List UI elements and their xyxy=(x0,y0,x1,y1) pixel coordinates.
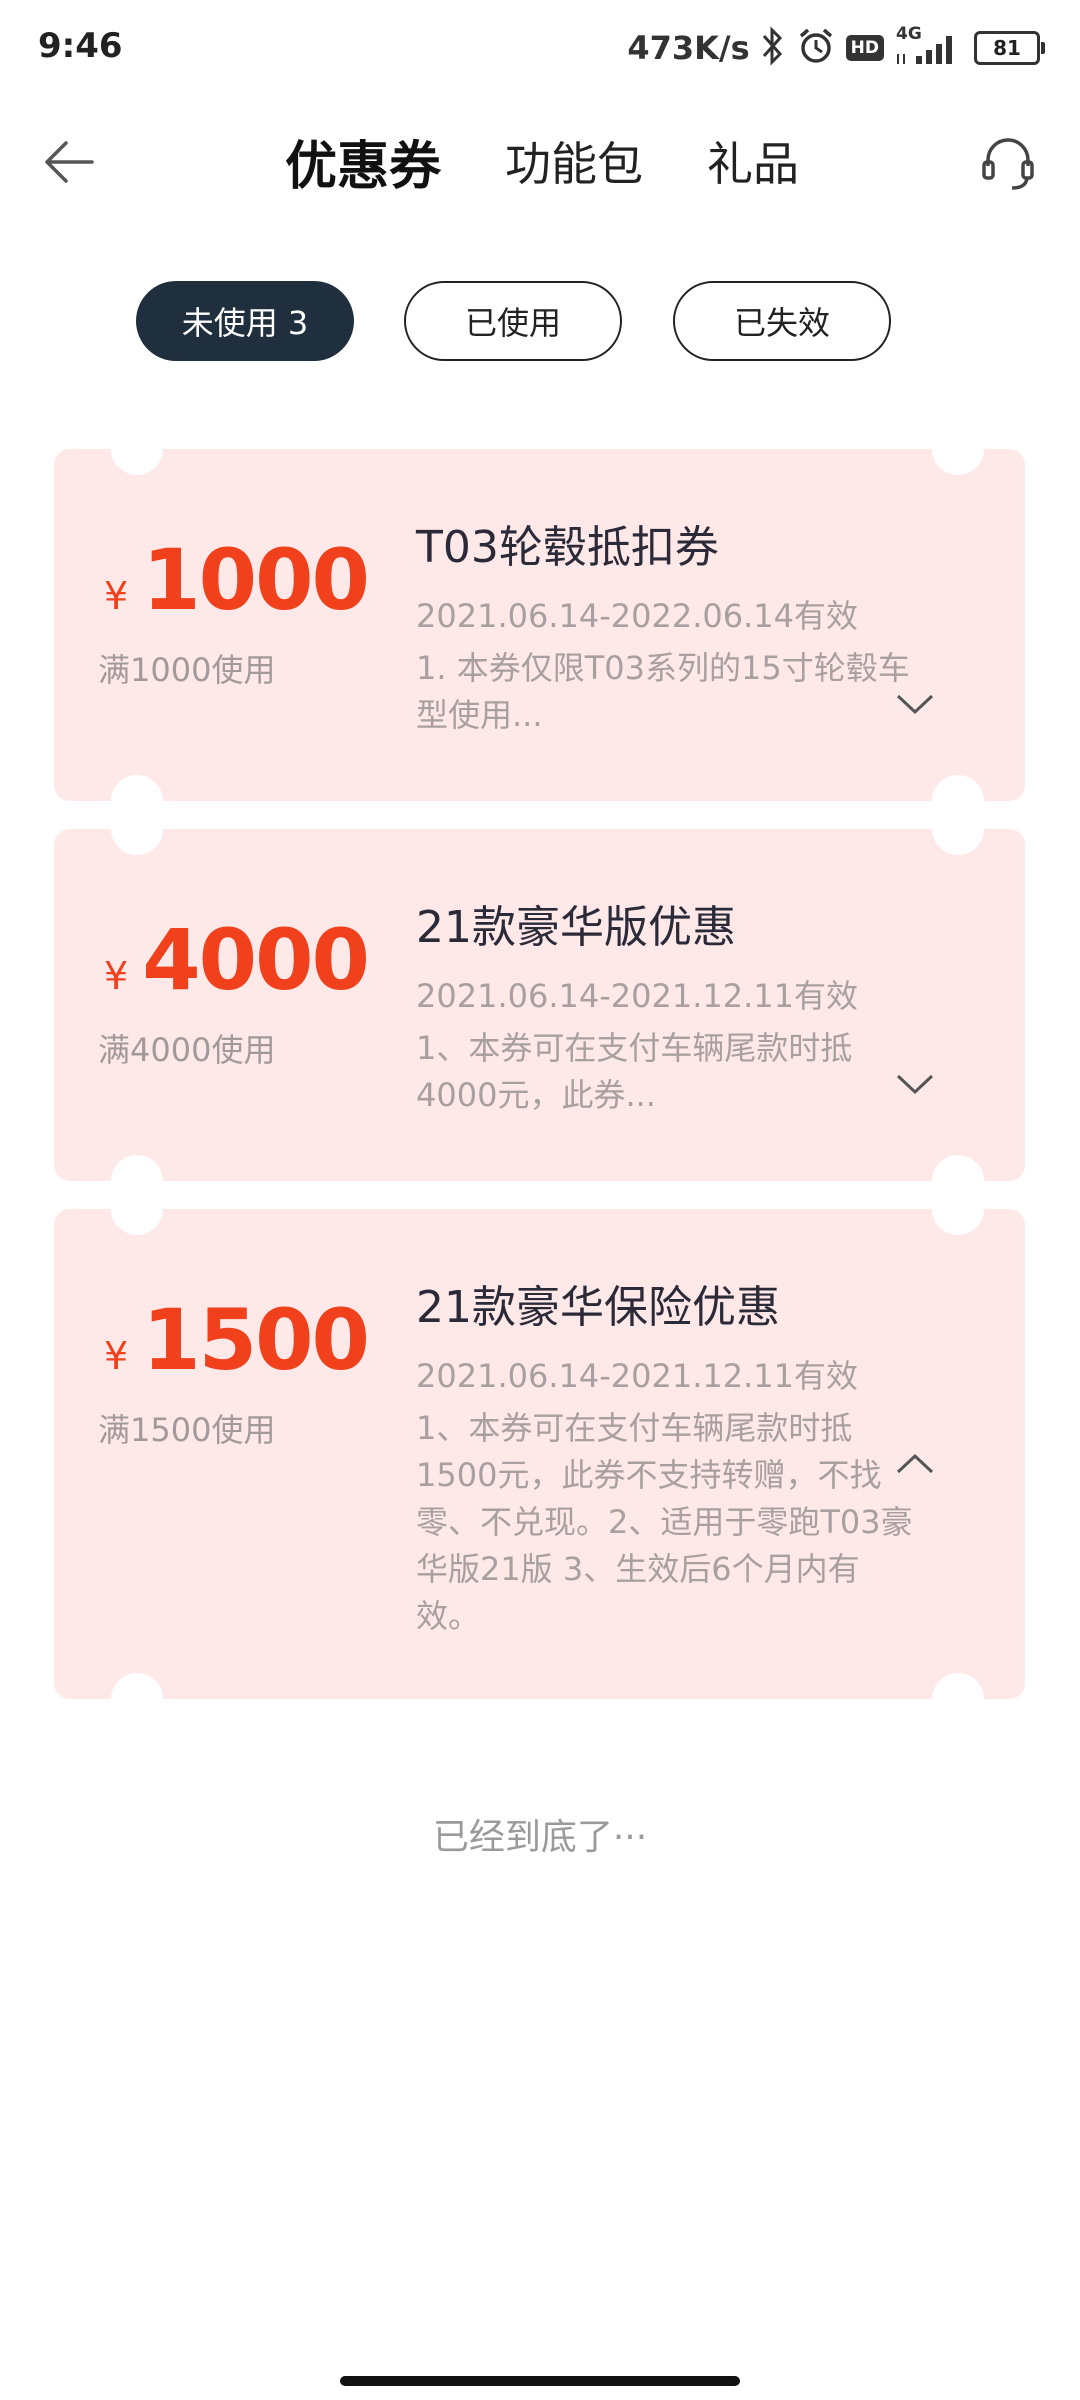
filter-expired[interactable]: 已失效 xyxy=(673,281,891,361)
chevron-up-icon[interactable] xyxy=(895,1452,935,1476)
card-notch xyxy=(111,1155,163,1181)
back-button[interactable] xyxy=(40,132,100,192)
coupon-threshold: 满1000使用 xyxy=(98,651,276,689)
currency-symbol: ¥ xyxy=(104,954,129,998)
status-icons: 473K/s HD 4G 81 xyxy=(627,24,1045,72)
status-time: 9:46 xyxy=(38,26,123,66)
back-arrow-icon xyxy=(45,141,94,183)
chevron-down-icon[interactable] xyxy=(895,1072,935,1096)
coupon-description: 1、本券可在支付车辆尾款时抵1500元，此券不支持转赠，不找零、不兑现。2、适用… xyxy=(416,1409,913,1635)
coupon-title: 21款豪华保险优惠 xyxy=(416,1282,780,1333)
card-notch xyxy=(932,1209,984,1235)
amount-value: 4000 xyxy=(142,911,370,1009)
home-indicator[interactable] xyxy=(340,2376,740,2386)
coupon-card[interactable]: ¥1000 满1000使用 T03轮毂抵扣券 2021.06.14-2022.0… xyxy=(54,449,1025,801)
card-notch xyxy=(111,1209,163,1235)
coupon-validity: 2021.06.14-2021.12.11有效 xyxy=(416,1357,858,1395)
network-speed: 473K/s xyxy=(627,29,750,67)
coupon-description: 1、本券可在支付车辆尾款时抵4000元，此券... xyxy=(416,1029,853,1114)
currency-symbol: ¥ xyxy=(104,574,129,618)
card-notch xyxy=(932,775,984,801)
card-notch xyxy=(111,775,163,801)
customer-service-button[interactable] xyxy=(976,130,1040,194)
top-nav: 优惠券 功能包 礼品 xyxy=(0,110,1080,210)
filter-unused[interactable]: 未使用 3 xyxy=(136,281,354,361)
coupon-amount: ¥1000 xyxy=(104,531,370,629)
headset-icon xyxy=(982,138,1034,190)
card-notch xyxy=(932,449,984,475)
coupon-amount: ¥4000 xyxy=(104,911,370,1009)
coupon-description: 1. 本券仅限T03系列的15寸轮毂车型使用... xyxy=(416,649,910,734)
coupon-threshold: 满1500使用 xyxy=(98,1411,276,1449)
card-notch xyxy=(932,1155,984,1181)
coupon-card[interactable]: ¥4000 满4000使用 21款豪华版优惠 2021.06.14-2021.1… xyxy=(54,829,1025,1181)
coupon-validity: 2021.06.14-2021.12.11有效 xyxy=(416,977,858,1015)
hd-icon: HD xyxy=(845,35,884,61)
coupon-amount: ¥1500 xyxy=(104,1291,370,1389)
tab-gifts[interactable]: 礼品 xyxy=(707,128,799,194)
bluetooth-icon xyxy=(760,26,786,70)
card-notch xyxy=(932,829,984,855)
tab-coupons[interactable]: 优惠券 xyxy=(285,124,441,199)
coupon-validity: 2021.06.14-2022.06.14有效 xyxy=(416,597,858,635)
battery-level: 81 xyxy=(993,36,1021,60)
currency-symbol: ¥ xyxy=(104,1334,129,1378)
alarm-icon xyxy=(796,26,836,70)
status-bar: 9:46 473K/s HD 4G 81 xyxy=(0,0,1080,96)
card-notch xyxy=(932,1673,984,1699)
chevron-down-icon[interactable] xyxy=(895,692,935,716)
battery-icon: 81 xyxy=(974,31,1045,65)
filter-used[interactable]: 已使用 xyxy=(404,281,622,361)
card-notch xyxy=(111,829,163,855)
coupon-title: 21款豪华版优惠 xyxy=(416,902,736,953)
coupon-threshold: 满4000使用 xyxy=(98,1031,276,1069)
coupon-card[interactable]: ¥1500 满1500使用 21款豪华保险优惠 2021.06.14-2021.… xyxy=(54,1209,1025,1699)
card-notch xyxy=(111,1673,163,1699)
tab-feature-packs[interactable]: 功能包 xyxy=(505,128,643,194)
end-of-list-tip: 已经到底了··· xyxy=(432,1817,648,1858)
signal-icon: 4G xyxy=(894,24,964,68)
coupon-title: T03轮毂抵扣券 xyxy=(416,522,719,573)
amount-value: 1000 xyxy=(142,531,370,629)
amount-value: 1500 xyxy=(142,1291,370,1389)
card-notch xyxy=(111,449,163,475)
